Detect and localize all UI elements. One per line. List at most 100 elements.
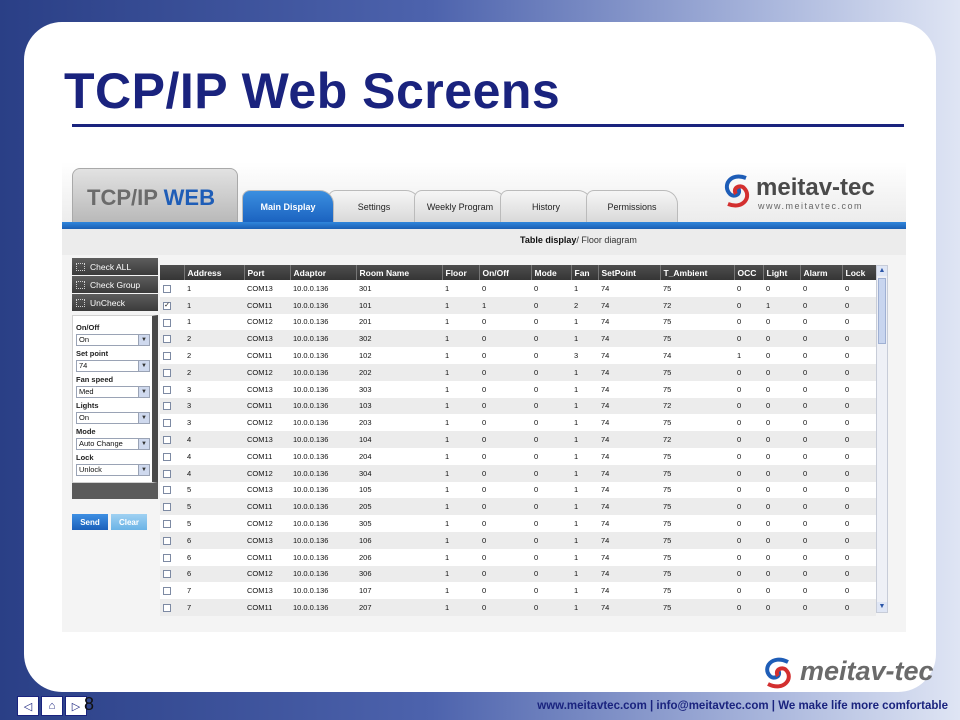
row-checkbox[interactable] <box>163 436 171 445</box>
row-checkbox[interactable] <box>163 352 171 361</box>
column-header-room-name[interactable]: Room Name <box>356 265 443 280</box>
table-row[interactable]: 7 COM13 10.0.0.136 107 1 0 0 1 74 75 0 0 0 0 <box>160 582 876 600</box>
checked-checkbox[interactable]: ✓ <box>163 301 171 310</box>
table-row[interactable]: 1 COM12 10.0.0.136 201 1 0 0 1 74 75 0 0 0 0 <box>160 313 876 331</box>
cell-setpoint: 74 <box>598 548 660 566</box>
table-row[interactable]: 6 COM12 10.0.0.136 306 1 0 0 1 74 75 0 0 0 0 <box>160 565 876 583</box>
table-row[interactable]: 2 COM12 10.0.0.136 202 1 0 0 1 74 75 0 0 0 0 <box>160 363 876 381</box>
on-off-select[interactable]: On ▼ <box>76 334 150 346</box>
row-checkbox[interactable] <box>163 553 171 562</box>
row-checkbox[interactable] <box>163 368 171 377</box>
table-row[interactable]: 5 COM13 10.0.0.136 105 1 0 0 1 74 75 0 0 0 0 <box>160 481 876 499</box>
column-header-light[interactable]: Light <box>763 265 801 280</box>
column-header-adaptor[interactable]: Adaptor <box>290 265 357 280</box>
table-row[interactable]: 6 COM11 10.0.0.136 206 1 0 0 1 74 75 0 0 0 0 <box>160 548 876 566</box>
scroll-up-icon[interactable]: ▲ <box>877 266 887 276</box>
row-checkbox[interactable] <box>163 520 171 529</box>
table-row[interactable]: 2 COM11 10.0.0.136 102 1 0 0 3 74 74 1 0 0 0 <box>160 347 876 364</box>
row-checkbox[interactable] <box>163 284 171 293</box>
table-row[interactable]: 5 COM12 10.0.0.136 305 1 0 0 1 74 75 0 0 0 0 <box>160 515 876 532</box>
tab-weekly-program[interactable]: Weekly Program <box>414 190 506 222</box>
cell-floor: 1 <box>442 515 479 532</box>
cell-on-off: 0 <box>479 313 531 331</box>
uncheck-button[interactable]: UnCheck <box>72 294 158 311</box>
cell-adaptor: 10.0.0.136 <box>290 347 356 364</box>
row-checkbox[interactable] <box>163 486 171 495</box>
table-display-link[interactable]: Table display <box>520 235 576 245</box>
scroll-thumb[interactable] <box>878 278 886 344</box>
floor-diagram-link[interactable]: Floor diagram <box>581 235 637 245</box>
row-checkbox[interactable] <box>163 385 171 394</box>
mode-select[interactable]: Auto Change ▼ <box>76 438 150 450</box>
column-header-t-ambient[interactable]: T_Ambient <box>660 265 735 280</box>
table-row[interactable]: 1 COM13 10.0.0.136 301 1 0 0 1 74 75 0 0 0 0 <box>160 280 876 297</box>
cell-light: 0 <box>763 599 800 616</box>
cell-on-off: 0 <box>479 363 531 381</box>
row-checkbox[interactable] <box>163 604 171 613</box>
row-checkbox[interactable] <box>163 469 171 478</box>
row-select-cell <box>160 447 184 465</box>
panel-button-label: Check ALL <box>90 261 132 272</box>
column-header-alarm[interactable]: Alarm <box>800 265 843 280</box>
row-checkbox[interactable] <box>163 402 171 411</box>
cell-port: COM11 <box>244 296 290 314</box>
table-row[interactable]: 5 COM11 10.0.0.136 205 1 0 0 1 74 75 0 0 0 0 <box>160 498 876 516</box>
home-icon[interactable]: ⌂ <box>41 696 63 716</box>
table-row[interactable]: 3 COM13 10.0.0.136 303 1 0 0 1 74 75 0 0 0 0 <box>160 380 876 398</box>
row-checkbox[interactable] <box>163 570 171 579</box>
row-checkbox[interactable] <box>163 318 171 327</box>
table-row[interactable]: 3 COM11 10.0.0.136 103 1 0 0 1 74 72 0 0 0 0 <box>160 397 876 415</box>
row-checkbox[interactable] <box>163 335 171 344</box>
row-checkbox[interactable] <box>163 503 171 512</box>
row-select-cell <box>160 347 184 364</box>
tab-history[interactable]: History <box>500 190 592 222</box>
tab-main-display[interactable]: Main Display <box>242 190 334 222</box>
table-row[interactable]: 4 COM13 10.0.0.136 104 1 0 0 1 74 72 0 0 0 0 <box>160 431 876 448</box>
cell-mode: 0 <box>531 531 571 549</box>
table-scrollbar[interactable]: ▲ ▼ <box>876 265 888 613</box>
lock-select[interactable]: Unlock ▼ <box>76 464 150 476</box>
table-row[interactable]: 2 COM13 10.0.0.136 302 1 0 0 1 74 75 0 0 0 0 <box>160 330 876 348</box>
table-row[interactable]: 4 COM12 10.0.0.136 304 1 0 0 1 74 75 0 0 0 0 <box>160 464 876 482</box>
column-header-lock[interactable]: Lock <box>842 265 877 280</box>
cell-port: COM13 <box>244 330 290 348</box>
row-checkbox[interactable] <box>163 536 171 545</box>
cell-address: 2 <box>184 347 244 364</box>
brand-tcp: TCP/IP <box>87 185 158 210</box>
cell-mode: 0 <box>531 313 571 331</box>
tab-permissions[interactable]: Permissions <box>586 190 678 222</box>
tab-settings[interactable]: Settings <box>328 190 420 222</box>
set-point-select[interactable]: 74 ▼ <box>76 360 150 372</box>
table-row[interactable]: ✓ 1 COM11 10.0.0.136 101 1 1 0 2 74 72 0 1 0 0 <box>160 296 876 314</box>
check-group-button[interactable]: Check Group <box>72 276 158 293</box>
lights-select[interactable]: On ▼ <box>76 412 150 424</box>
clear-button[interactable]: Clear <box>111 514 147 530</box>
cell-mode: 0 <box>531 296 571 314</box>
send-button[interactable]: Send <box>72 514 108 530</box>
panel-button-label: UnCheck <box>90 297 125 308</box>
column-header-fan[interactable]: Fan <box>571 265 599 280</box>
cell-lock: 0 <box>842 515 876 532</box>
fan-speed-select[interactable]: Med ▼ <box>76 386 150 398</box>
cell-t-ambient: 75 <box>660 380 734 398</box>
row-checkbox[interactable] <box>163 452 171 461</box>
cell-alarm: 0 <box>800 464 842 482</box>
column-header-address[interactable]: Address <box>184 265 245 280</box>
table-row[interactable]: 7 COM11 10.0.0.136 207 1 0 0 1 74 75 0 0 0 0 <box>160 599 876 616</box>
column-header-setpoint[interactable]: SetPoint <box>598 265 661 280</box>
column-header-on-off[interactable]: On/Off <box>479 265 532 280</box>
prev-slide-icon[interactable]: ◁ <box>17 696 39 716</box>
scroll-down-icon[interactable]: ▼ <box>877 602 887 612</box>
cell-on-off: 0 <box>479 481 531 499</box>
column-header-mode[interactable]: Mode <box>531 265 572 280</box>
column-header-occ[interactable]: OCC <box>734 265 764 280</box>
cell-on-off: 1 <box>479 296 531 314</box>
column-header-port[interactable]: Port <box>244 265 291 280</box>
table-row[interactable]: 6 COM13 10.0.0.136 106 1 0 0 1 74 75 0 0 0 0 <box>160 531 876 549</box>
table-row[interactable]: 4 COM11 10.0.0.136 204 1 0 0 1 74 75 0 0 0 0 <box>160 447 876 465</box>
check-all-button[interactable]: Check ALL <box>72 258 158 275</box>
row-checkbox[interactable] <box>163 419 171 428</box>
table-row[interactable]: 3 COM12 10.0.0.136 203 1 0 0 1 74 75 0 0 0 0 <box>160 414 876 432</box>
row-checkbox[interactable] <box>163 587 171 596</box>
column-header-floor[interactable]: Floor <box>442 265 480 280</box>
